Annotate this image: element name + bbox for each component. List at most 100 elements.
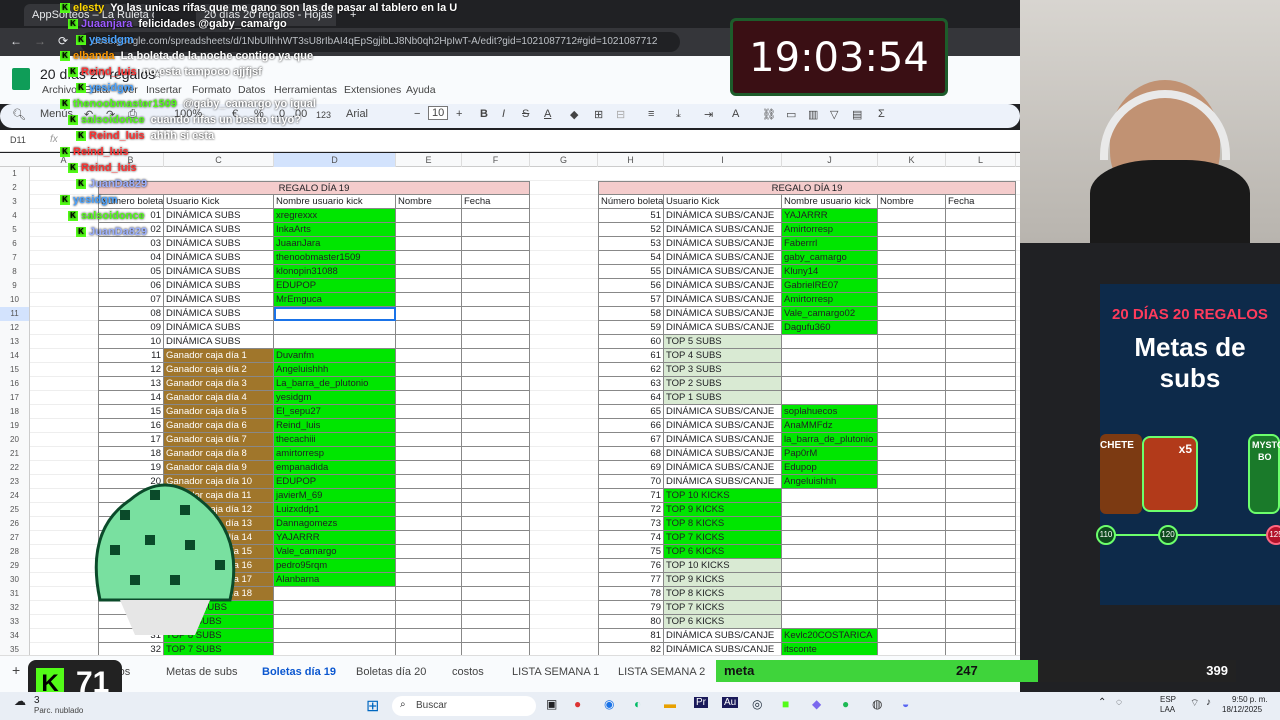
- nombre-cell[interactable]: [878, 391, 946, 405]
- nombre-cell[interactable]: [878, 517, 946, 531]
- row-header[interactable]: 10: [0, 293, 30, 307]
- nombre-usuario-kick-cell[interactable]: YAJARRR: [782, 209, 878, 223]
- taskbar-date[interactable]: 18/12/2025: [1222, 705, 1262, 714]
- sheet-tab[interactable]: Boletas día 20: [356, 666, 426, 678]
- nombre-cell[interactable]: [396, 601, 462, 615]
- nombre-usuario-kick-cell[interactable]: [782, 573, 878, 587]
- formula-input[interactable]: [70, 132, 1010, 150]
- nombre-usuario-kick-cell[interactable]: empanadida: [274, 461, 396, 475]
- reload-icon[interactable]: ⟳: [58, 34, 68, 48]
- fecha-cell[interactable]: [462, 447, 530, 461]
- nombre-cell[interactable]: [878, 461, 946, 475]
- row-header[interactable]: 5: [0, 223, 30, 237]
- print-icon[interactable]: ⎙: [128, 108, 137, 121]
- nombre-usuario-kick-cell[interactable]: [782, 489, 878, 503]
- taskbar-search[interactable]: ⌕ Buscar: [392, 696, 536, 716]
- nombre-usuario-kick-cell[interactable]: [782, 503, 878, 517]
- fecha-cell[interactable]: [462, 335, 530, 349]
- row-header[interactable]: 1: [0, 167, 30, 181]
- row-header[interactable]: 28: [0, 545, 30, 559]
- start-icon[interactable]: ⊞: [366, 696, 379, 716]
- row-header[interactable]: 22: [0, 461, 30, 475]
- nombre-usuario-kick-cell[interactable]: MrEmguca: [274, 293, 396, 307]
- copilot-icon[interactable]: ●: [574, 697, 581, 711]
- nombre-usuario-kick-cell[interactable]: [782, 531, 878, 545]
- menu-ver[interactable]: Ver: [122, 84, 138, 96]
- nombre-cell[interactable]: [878, 209, 946, 223]
- fecha-cell[interactable]: [462, 265, 530, 279]
- row-header[interactable]: 23: [0, 475, 30, 489]
- row-header[interactable]: 20: [0, 433, 30, 447]
- nombre-cell[interactable]: [396, 461, 462, 475]
- nombre-cell[interactable]: [396, 405, 462, 419]
- fecha-cell[interactable]: [462, 461, 530, 475]
- nombre-usuario-kick-cell[interactable]: thecachiii: [274, 433, 396, 447]
- currency-button[interactable]: €: [232, 108, 238, 120]
- fecha-cell[interactable]: [462, 321, 530, 335]
- row-header[interactable]: 18: [0, 405, 30, 419]
- nombre-cell[interactable]: [396, 559, 462, 573]
- nombre-usuario-kick-cell[interactable]: Amirtorresp: [782, 223, 878, 237]
- add-sheet-icon[interactable]: +: [12, 662, 20, 678]
- row-header[interactable]: 30: [0, 573, 30, 587]
- nombre-usuario-kick-cell[interactable]: Alanbarna: [274, 573, 396, 587]
- nombre-usuario-kick-cell[interactable]: AnaMMFdz: [782, 419, 878, 433]
- nombre-usuario-kick-cell[interactable]: [782, 391, 878, 405]
- nombre-cell[interactable]: [878, 405, 946, 419]
- fecha-cell[interactable]: [946, 587, 1016, 601]
- menu-extensiones[interactable]: Extensiones: [344, 84, 401, 96]
- nombre-cell[interactable]: [878, 615, 946, 629]
- fecha-cell[interactable]: [462, 517, 530, 531]
- search-menus-icon[interactable]: 🔍︎: [12, 108, 26, 121]
- fecha-cell[interactable]: [462, 433, 530, 447]
- row-header[interactable]: 35: [0, 643, 30, 655]
- fecha-cell[interactable]: [946, 489, 1016, 503]
- row-header[interactable]: 8: [0, 265, 30, 279]
- redo-icon[interactable]: ↷: [106, 108, 115, 121]
- nombre-usuario-kick-cell[interactable]: Angeluishhh: [782, 475, 878, 489]
- row-header[interactable]: 13: [0, 335, 30, 349]
- strikethrough-icon[interactable]: S: [522, 108, 529, 120]
- nombre-cell[interactable]: [878, 251, 946, 265]
- wifi-icon[interactable]: ⌔: [1190, 697, 1199, 710]
- percent-button[interactable]: %: [254, 108, 264, 120]
- nombre-usuario-kick-cell[interactable]: Faberrrl: [782, 237, 878, 251]
- fecha-cell[interactable]: [946, 237, 1016, 251]
- tray-chevron-icon[interactable]: ⌃: [1098, 697, 1106, 708]
- nombre-cell[interactable]: [396, 545, 462, 559]
- nombre-usuario-kick-cell[interactable]: Vale_camargo: [274, 545, 396, 559]
- volume-icon[interactable]: ♪: [1206, 697, 1211, 708]
- column-header-J[interactable]: J: [782, 153, 878, 167]
- nombre-usuario-kick-cell[interactable]: GabrielRE07: [782, 279, 878, 293]
- tray-app-icon[interactable]: ◌: [1116, 697, 1122, 708]
- nombre-cell[interactable]: [878, 433, 946, 447]
- column-header-D[interactable]: D: [274, 153, 396, 167]
- nombre-usuario-kick-cell[interactable]: [782, 517, 878, 531]
- row-header[interactable]: 32: [0, 601, 30, 615]
- row-header[interactable]: 17: [0, 391, 30, 405]
- premiere-icon[interactable]: Pr: [694, 697, 708, 708]
- steam-icon[interactable]: ◎: [752, 697, 762, 711]
- fecha-cell[interactable]: [462, 223, 530, 237]
- fecha-cell[interactable]: [946, 223, 1016, 237]
- fecha-cell[interactable]: [946, 643, 1016, 655]
- nombre-usuario-kick-cell[interactable]: JuaanJara: [274, 237, 396, 251]
- fecha-cell[interactable]: [946, 601, 1016, 615]
- nombre-usuario-kick-cell[interactable]: [782, 615, 878, 629]
- link-icon[interactable]: ⛓: [762, 108, 776, 121]
- nombre-usuario-kick-cell[interactable]: klonopin31088: [274, 265, 396, 279]
- fecha-cell[interactable]: [946, 531, 1016, 545]
- nombre-usuario-kick-cell[interactable]: [782, 545, 878, 559]
- fill-color-icon[interactable]: ◆: [570, 108, 578, 121]
- nombre-usuario-kick-cell[interactable]: [782, 601, 878, 615]
- menu-herramientas[interactable]: Herramientas: [274, 84, 337, 96]
- name-box[interactable]: D11: [10, 135, 26, 145]
- row-header[interactable]: 7: [0, 251, 30, 265]
- row-header[interactable]: 3: [0, 195, 30, 209]
- fecha-cell[interactable]: [462, 349, 530, 363]
- kick-app-icon[interactable]: ■: [782, 697, 789, 711]
- fecha-cell[interactable]: [946, 279, 1016, 293]
- menu-ayuda[interactable]: Ayuda: [406, 84, 436, 96]
- nombre-usuario-kick-cell[interactable]: [274, 643, 396, 655]
- fecha-cell[interactable]: [946, 503, 1016, 517]
